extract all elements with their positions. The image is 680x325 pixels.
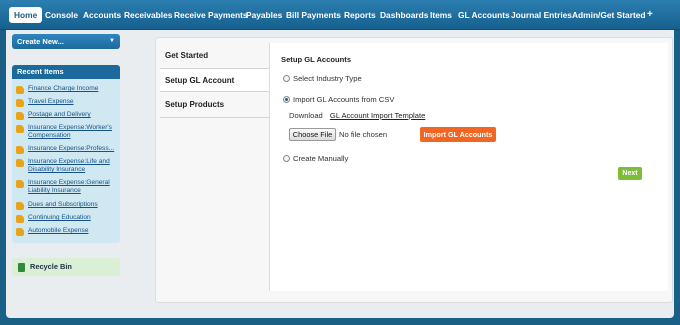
recent-item-label[interactable]: Automobile Expense xyxy=(28,227,88,235)
recent-item-label[interactable]: Dues and Subscriptions xyxy=(28,201,98,209)
recycle-bin[interactable]: Recycle Bin xyxy=(12,258,120,276)
tab-divider xyxy=(160,117,270,118)
recent-item[interactable]: Insurance Expense:Profess... xyxy=(16,145,118,154)
recent-item-label[interactable]: Postage and Delivery xyxy=(28,111,91,119)
tab-dashboards[interactable]: Dashboards xyxy=(380,8,428,22)
option-import-csv-label: Import GL Accounts from CSV xyxy=(293,95,395,104)
tab-journal-entries[interactable]: Journal Entries xyxy=(511,8,572,22)
tab-accounts[interactable]: Accounts xyxy=(83,8,121,22)
tab-get-started[interactable]: Get Started xyxy=(160,44,270,68)
tab-receivables[interactable]: Receivables xyxy=(124,8,172,22)
tab-receive-payments[interactable]: Receive Payments xyxy=(174,8,248,22)
gl-account-icon xyxy=(16,86,24,94)
recent-item[interactable]: Insurance Expense:General Liability Insu… xyxy=(16,179,118,195)
tab-payables[interactable]: Payables xyxy=(246,8,282,22)
tab-items[interactable]: Items xyxy=(430,8,452,22)
gl-account-icon xyxy=(16,125,24,133)
option-create-manually-label: Create Manually xyxy=(293,154,349,163)
download-label: Download xyxy=(289,111,323,120)
gl-account-icon xyxy=(16,228,24,236)
import-gl-accounts-button[interactable]: Import GL Accounts xyxy=(420,127,496,142)
recent-item[interactable]: Continuing Education xyxy=(16,214,118,223)
option-create-manually[interactable]: Create Manually xyxy=(283,154,348,163)
tab-setup-products[interactable]: Setup Products xyxy=(160,93,270,117)
create-new-label: Create New... xyxy=(17,37,64,46)
chevron-down-icon: ▼ xyxy=(109,38,115,44)
option-industry-label: Select Industry Type xyxy=(293,74,362,83)
template-link[interactable]: GL Account Import Template xyxy=(330,111,425,120)
gl-account-icon xyxy=(16,202,24,210)
gl-account-icon xyxy=(16,180,24,188)
option-industry-type[interactable]: Select Industry Type xyxy=(283,74,362,83)
recent-item-label[interactable]: Travel Expense xyxy=(28,98,74,106)
next-button[interactable]: Next xyxy=(618,167,642,180)
gl-account-icon xyxy=(16,112,24,120)
recent-item-label[interactable]: Finance Charge Income xyxy=(28,85,98,93)
recent-item-label[interactable]: Insurance Expense:General Liability Insu… xyxy=(28,179,118,195)
tab-admin-get-started[interactable]: Admin/Get Started xyxy=(572,8,646,22)
recent-item-label[interactable]: Insurance Expense:Profess... xyxy=(28,145,114,153)
gl-account-icon xyxy=(16,215,24,223)
tab-gl-accounts[interactable]: GL Accounts xyxy=(458,8,510,22)
recent-item[interactable]: Automobile Expense xyxy=(16,227,118,236)
radio-industry-type[interactable] xyxy=(283,75,290,82)
recycle-bin-icon xyxy=(18,263,25,272)
tab-home[interactable]: Home xyxy=(9,7,43,23)
gl-account-icon xyxy=(16,99,24,107)
tab-setup-gl-account[interactable]: Setup GL Account xyxy=(160,68,270,92)
create-new-button[interactable]: Create New... ▼ xyxy=(12,34,120,49)
recent-item[interactable]: Travel Expense xyxy=(16,98,118,107)
recent-item-label[interactable]: Continuing Education xyxy=(28,214,91,222)
gl-account-icon xyxy=(16,146,24,154)
recent-item-label[interactable]: Insurance Expense:Worker's Compensation xyxy=(28,124,118,140)
gl-account-icon xyxy=(16,159,24,167)
file-status: No file chosen xyxy=(339,130,388,139)
tab-bill-payments[interactable]: Bill Payments xyxy=(286,8,341,22)
radio-create-manually[interactable] xyxy=(283,155,290,162)
choose-file-button[interactable]: Choose File xyxy=(289,128,336,141)
tab-console[interactable]: Console xyxy=(45,8,78,22)
download-row: Download GL Account Import Template xyxy=(289,111,425,120)
recent-item-label[interactable]: Insurance Expense:Life and Disability In… xyxy=(28,158,118,174)
recycle-bin-label: Recycle Bin xyxy=(30,262,72,271)
recent-item[interactable]: Insurance Expense:Life and Disability In… xyxy=(16,158,118,174)
radio-import-csv[interactable] xyxy=(283,96,290,103)
option-import-csv[interactable]: Import GL Accounts from CSV xyxy=(283,95,394,104)
tab-reports[interactable]: Reports xyxy=(344,8,376,22)
add-tab-icon[interactable]: + xyxy=(647,8,653,22)
recent-item[interactable]: Postage and Delivery xyxy=(16,111,118,120)
recent-item[interactable]: Finance Charge Income xyxy=(16,85,118,94)
recent-item[interactable]: Insurance Expense:Worker's Compensation xyxy=(16,124,118,140)
top-nav: Home Console Accounts Receivables Receiv… xyxy=(0,0,680,30)
page-title: Setup GL Accounts xyxy=(281,55,352,64)
recent-item[interactable]: Dues and Subscriptions xyxy=(16,201,118,210)
recent-items-title: Recent Items xyxy=(12,65,120,79)
